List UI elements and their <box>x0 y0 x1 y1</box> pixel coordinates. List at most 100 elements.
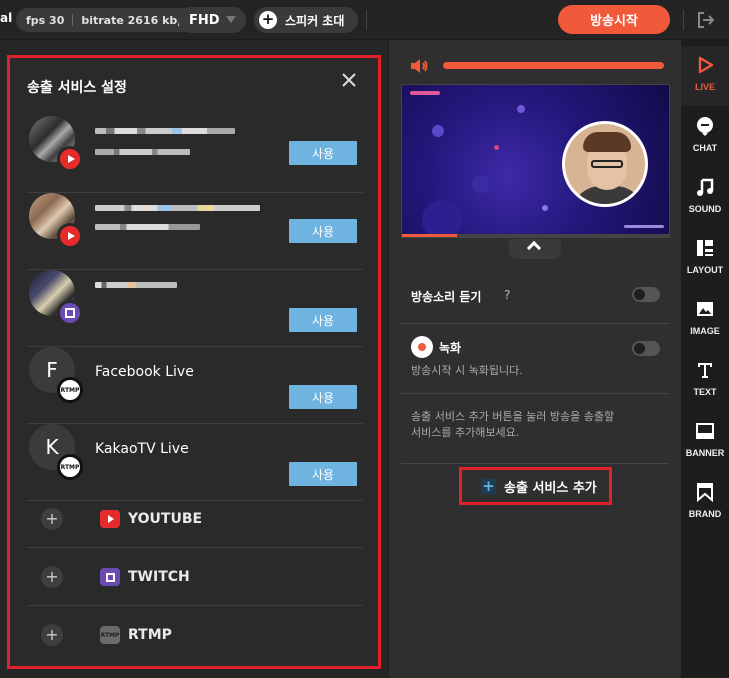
image-icon <box>694 298 716 320</box>
preview-logo <box>410 91 440 95</box>
rail-item-text[interactable]: TEXT <box>681 351 729 411</box>
listen-toggle[interactable] <box>632 287 660 302</box>
rail-label: SOUND <box>688 204 722 214</box>
rail-item-chat[interactable]: CHAT <box>681 107 729 167</box>
youtube-icon <box>57 146 83 172</box>
stream-stats: fps 30 bitrate 2616 kbps <box>16 8 202 32</box>
invite-speaker-button[interactable]: + 스피커 초대 <box>254 7 358 33</box>
play-icon <box>694 54 716 76</box>
use-button-label: 사용 <box>311 467 335 482</box>
right-rail: LIVE CHAT SOUND LAYOUT IMAGE TEXT BANNER… <box>681 40 729 678</box>
start-broadcast-button[interactable]: 방송시작 <box>558 5 670 34</box>
text-icon <box>694 359 716 381</box>
listen-option-row: 방송소리 듣기 ? <box>401 276 669 324</box>
toolbar-divider <box>683 10 684 30</box>
close-icon[interactable] <box>340 71 358 89</box>
account-row: 사용 <box>27 270 363 347</box>
banner-icon <box>694 420 716 442</box>
record-icon <box>411 336 433 358</box>
speaker-icon[interactable] <box>409 57 429 75</box>
use-button-label: 사용 <box>311 146 335 161</box>
redacted-email <box>95 224 200 230</box>
rail-item-image[interactable]: IMAGE <box>681 290 729 350</box>
use-button[interactable]: 사용 <box>289 462 357 486</box>
record-toggle[interactable] <box>632 341 660 356</box>
rail-label: LAYOUT <box>686 265 724 275</box>
service-label: RTMP <box>128 627 172 643</box>
use-button[interactable]: 사용 <box>289 141 357 165</box>
plus-icon[interactable]: + <box>41 508 63 530</box>
rail-item-live[interactable]: LIVE <box>681 46 729 106</box>
record-description: 방송시작 시 녹화됩니다. <box>411 364 523 377</box>
webcam-feed <box>562 121 648 207</box>
decor-dot <box>494 145 499 150</box>
redacted-name <box>95 128 235 134</box>
youtube-icon <box>57 223 83 249</box>
service-label: TWITCH <box>128 569 190 585</box>
hint-line-2: 서비스를 추가해보세요. <box>411 426 520 439</box>
decor-dot <box>422 200 462 237</box>
stats-divider <box>72 14 74 26</box>
stream-service-settings-panel: 송출 서비스 설정 사용 사용 사용 F RTMP Facebook Live … <box>7 55 381 669</box>
help-icon[interactable]: ? <box>504 288 510 302</box>
rail-item-sound[interactable]: SOUND <box>681 168 729 228</box>
add-service-row-twitch[interactable]: + TWITCH <box>27 548 363 606</box>
rail-item-layout[interactable]: LAYOUT <box>681 229 729 289</box>
logo-fragment: al <box>0 11 13 25</box>
rail-item-banner[interactable]: BANNER <box>681 412 729 472</box>
rtmp-icon: RTMP <box>57 377 83 403</box>
bitrate-readout: bitrate 2616 kbps <box>81 13 192 27</box>
decor-dot <box>432 125 444 137</box>
toolbar-divider <box>366 10 367 30</box>
app-root: al fps 30 bitrate 2616 kbps FHD + 스피커 초대… <box>0 0 729 678</box>
exit-icon[interactable] <box>697 11 715 29</box>
panel-title: 송출 서비스 설정 <box>27 80 127 96</box>
chevron-down-icon <box>226 16 236 23</box>
decor-dot <box>472 175 490 193</box>
fps-readout: fps 30 <box>26 13 65 27</box>
account-row: 사용 <box>27 116 363 193</box>
account-row: 사용 <box>27 193 363 270</box>
music-note-icon <box>694 176 716 198</box>
rail-label: IMAGE <box>690 326 720 336</box>
add-service-row-rtmp[interactable]: + RTMP RTMP <box>27 606 363 664</box>
add-service-row-youtube[interactable]: + YOUTUBE <box>27 490 363 548</box>
use-button-label: 사용 <box>311 224 335 239</box>
chat-icon <box>694 115 716 137</box>
rail-label: CHAT <box>692 143 718 153</box>
use-button[interactable]: 사용 <box>289 385 357 409</box>
twitch-icon <box>100 568 120 586</box>
plus-icon[interactable]: + <box>41 566 63 588</box>
listen-label: 방송소리 듣기 <box>411 290 482 304</box>
brand-icon <box>694 481 716 503</box>
use-button[interactable]: 사용 <box>289 219 357 243</box>
decor-dot <box>517 105 525 113</box>
rail-label: BANNER <box>685 448 725 458</box>
account-name: Facebook Live <box>95 364 194 380</box>
rail-label: TEXT <box>693 387 717 397</box>
preview-progress <box>402 234 669 237</box>
layout-icon <box>694 237 716 259</box>
rail-label: BRAND <box>688 509 722 519</box>
rail-label: LIVE <box>694 82 715 92</box>
volume-slider[interactable] <box>443 62 664 69</box>
rtmp-icon: RTMP <box>57 454 83 480</box>
account-name: KakaoTV Live <box>95 441 189 457</box>
add-stream-service-button[interactable]: + 송출 서비스 추가 <box>459 467 612 505</box>
use-button[interactable]: 사용 <box>289 308 357 332</box>
plus-icon[interactable]: + <box>41 624 63 646</box>
plus-icon: + <box>259 11 277 29</box>
start-broadcast-label: 방송시작 <box>590 14 638 29</box>
hint-line-1: 송출 서비스 추가 버튼을 눌러 방송을 송출할 <box>411 410 615 423</box>
rail-item-brand[interactable]: BRAND <box>681 473 729 533</box>
preview-watermark <box>624 225 664 228</box>
rtmp-icon: RTMP <box>100 626 120 644</box>
collapse-preview-button[interactable] <box>509 239 561 259</box>
broadcast-panel: 방송소리 듣기 ? 녹화 방송시작 시 녹화됩니다. 송출 서비스 추가 버튼을… <box>388 40 681 678</box>
decor-dot <box>542 205 548 211</box>
quality-select[interactable]: FHD <box>178 7 246 33</box>
use-button-label: 사용 <box>311 313 335 328</box>
account-row: F RTMP Facebook Live 사용 <box>27 347 363 424</box>
top-bar: al fps 30 bitrate 2616 kbps FHD + 스피커 초대… <box>0 0 729 40</box>
quality-value: FHD <box>189 12 220 28</box>
